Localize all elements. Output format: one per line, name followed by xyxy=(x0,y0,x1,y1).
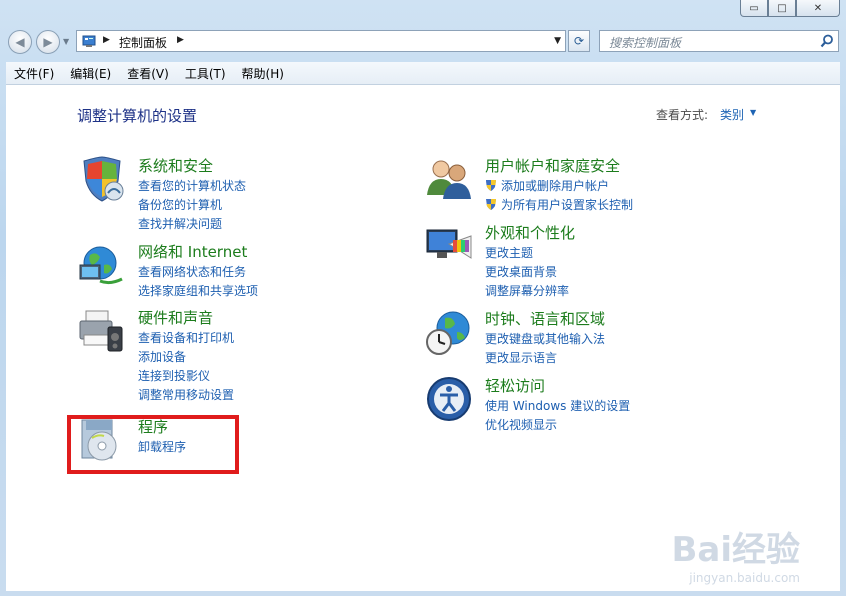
menu-bar: 文件(F) 编辑(E) 查看(V) 工具(T) 帮助(H) xyxy=(6,62,840,85)
category-links: 查看网络状态和任务 选择家庭组和共享选项 xyxy=(138,263,258,301)
security-shield-icon[interactable] xyxy=(78,155,126,203)
link-recommended-settings[interactable]: 使用 Windows 建议的设置 xyxy=(485,397,630,416)
refresh-icon: ⟳ xyxy=(573,34,585,48)
ease-of-access-icon[interactable] xyxy=(425,375,473,423)
minimize-button[interactable]: ▭ xyxy=(740,0,768,17)
link-connect-projector[interactable]: 连接到投影仪 xyxy=(138,367,234,386)
title-bar-buttons: ▭ □ ✕ xyxy=(740,0,840,17)
link-check-computer-status[interactable]: 查看您的计算机状态 xyxy=(138,177,246,196)
link-screen-resolution[interactable]: 调整屏幕分辨率 xyxy=(485,282,569,301)
category-title[interactable]: 轻松访问 xyxy=(485,375,545,396)
category-title[interactable]: 硬件和声音 xyxy=(138,307,213,328)
link-change-theme[interactable]: 更改主题 xyxy=(485,244,569,263)
maximize-icon: □ xyxy=(777,2,787,14)
menu-help[interactable]: 帮助(H) xyxy=(234,65,292,82)
breadcrumb-separator-icon[interactable]: ▶ xyxy=(103,35,110,45)
uac-shield-icon xyxy=(486,199,496,210)
maximize-button[interactable]: □ xyxy=(768,0,796,17)
forward-button[interactable]: ▶ xyxy=(36,30,60,54)
view-by-label: 查看方式: xyxy=(656,108,709,122)
watermark-url: jingyan.baidu.com xyxy=(689,571,800,585)
search-icon[interactable] xyxy=(820,34,834,48)
refresh-button[interactable]: ⟳ xyxy=(568,30,590,52)
uac-shield-icon xyxy=(486,180,496,191)
link-optimize-display[interactable]: 优化视频显示 xyxy=(485,416,630,435)
highlight-box xyxy=(67,415,239,474)
menu-edit[interactable]: 编辑(E) xyxy=(62,65,119,82)
menu-tools[interactable]: 工具(T) xyxy=(177,65,234,82)
users-icon[interactable] xyxy=(425,155,473,203)
clock-globe-icon[interactable] xyxy=(425,308,473,356)
category-title[interactable]: 用户帐户和家庭安全 xyxy=(485,155,620,176)
category-title[interactable]: 外观和个性化 xyxy=(485,222,575,243)
navigation-bar: ◀ ▶ ▼ ▶ 控制面板 ▶ ▼ ⟳ 搜索控制面板 xyxy=(0,28,846,56)
address-dropdown-icon[interactable]: ▼ xyxy=(554,36,561,46)
link-add-remove-accounts[interactable]: 添加或删除用户帐户 xyxy=(485,177,633,196)
network-globe-icon[interactable] xyxy=(78,241,126,289)
link-find-fix-problems[interactable]: 查找并解决问题 xyxy=(138,215,246,234)
recent-pages-dropdown[interactable]: ▼ xyxy=(63,37,69,46)
link-network-status-tasks[interactable]: 查看网络状态和任务 xyxy=(138,263,258,282)
address-bar[interactable]: ▶ 控制面板 ▶ ▼ xyxy=(76,30,566,52)
category-links: 更改主题 更改桌面背景 调整屏幕分辨率 xyxy=(485,244,569,301)
page-title: 调整计算机的设置 xyxy=(77,107,198,125)
link-backup-computer[interactable]: 备份您的计算机 xyxy=(138,196,246,215)
minimize-icon: ▭ xyxy=(749,2,759,14)
close-button[interactable]: ✕ xyxy=(796,0,840,17)
link-add-device[interactable]: 添加设备 xyxy=(138,348,234,367)
category-title[interactable]: 时钟、语言和区域 xyxy=(485,308,605,329)
menu-view[interactable]: 查看(V) xyxy=(119,65,177,82)
breadcrumb-control-panel[interactable]: 控制面板 xyxy=(119,34,167,51)
back-button[interactable]: ◀ xyxy=(8,30,32,54)
link-mobility-settings[interactable]: 调整常用移动设置 xyxy=(138,386,234,405)
appearance-monitor-icon[interactable] xyxy=(425,222,473,270)
category-links: 添加或删除用户帐户 为所有用户设置家长控制 xyxy=(485,177,633,215)
control-panel-window: ▭ □ ✕ ◀ ▶ ▼ ▶ 控制面板 ▶ ▼ ⟳ 搜索控制面板 文件(F) 编辑… xyxy=(0,0,846,596)
close-icon: ✕ xyxy=(813,2,823,14)
link-keyboard-input[interactable]: 更改键盘或其他输入法 xyxy=(485,330,605,349)
category-title[interactable]: 网络和 Internet xyxy=(138,241,247,262)
link-parental-controls[interactable]: 为所有用户设置家长控制 xyxy=(485,196,633,215)
link-label: 添加或删除用户帐户 xyxy=(501,179,610,193)
back-arrow-icon: ◀ xyxy=(15,35,25,49)
view-by-selector[interactable]: 类别 xyxy=(720,106,744,123)
search-box[interactable]: 搜索控制面板 xyxy=(599,30,839,52)
link-desktop-background[interactable]: 更改桌面背景 xyxy=(485,263,569,282)
watermark-logo: Bai经验 xyxy=(671,530,800,570)
link-display-language[interactable]: 更改显示语言 xyxy=(485,349,605,368)
view-by-dropdown-icon[interactable]: ▼ xyxy=(750,108,756,117)
link-homegroup-sharing[interactable]: 选择家庭组和共享选项 xyxy=(138,282,258,301)
control-panel-icon xyxy=(82,35,96,47)
menu-file[interactable]: 文件(F) xyxy=(6,65,62,82)
category-links: 使用 Windows 建议的设置 优化视频显示 xyxy=(485,397,630,435)
content-pane: 调整计算机的设置 查看方式: 类别 ▼ 系统和安全 查看您的计算机状态 备份您的… xyxy=(6,85,840,591)
category-links: 查看设备和打印机 添加设备 连接到投影仪 调整常用移动设置 xyxy=(138,329,234,405)
category-title[interactable]: 系统和安全 xyxy=(138,155,213,176)
breadcrumb-chevron-icon[interactable]: ▶ xyxy=(177,35,184,45)
printer-speaker-icon[interactable] xyxy=(78,307,126,355)
search-placeholder: 搜索控制面板 xyxy=(609,36,682,50)
forward-arrow-icon: ▶ xyxy=(43,35,53,49)
category-links: 更改键盘或其他输入法 更改显示语言 xyxy=(485,330,605,368)
category-links: 查看您的计算机状态 备份您的计算机 查找并解决问题 xyxy=(138,177,246,234)
link-devices-printers[interactable]: 查看设备和打印机 xyxy=(138,329,234,348)
link-label: 为所有用户设置家长控制 xyxy=(501,198,634,212)
